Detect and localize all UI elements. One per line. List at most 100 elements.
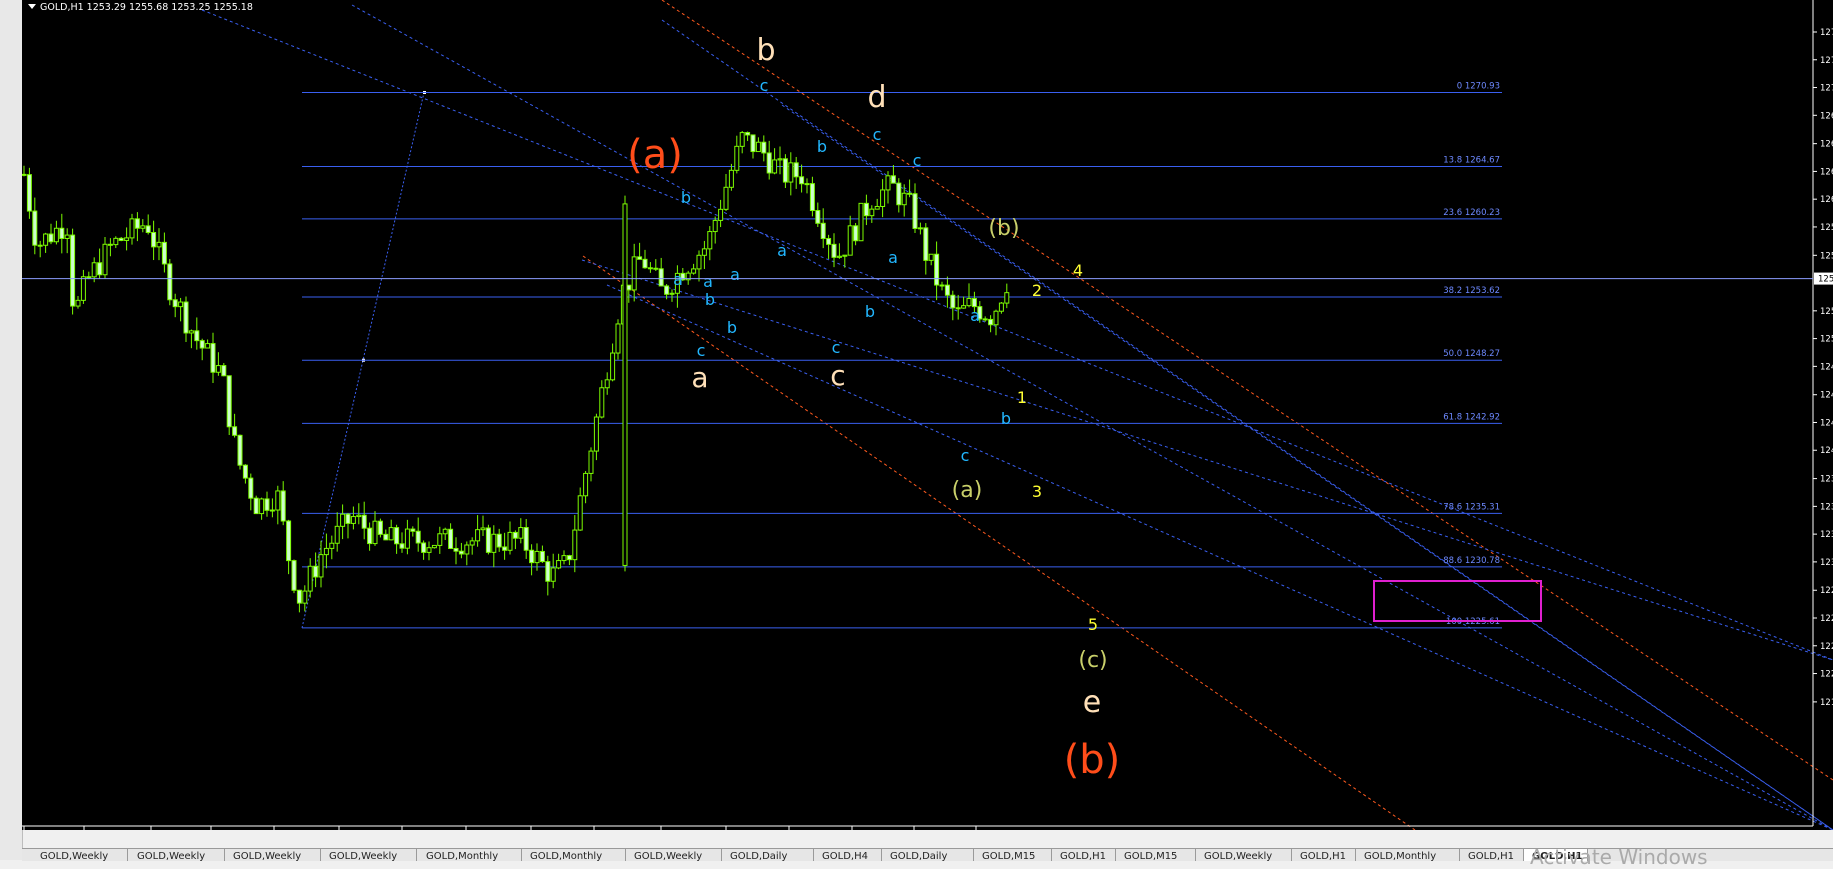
candle-body: [269, 509, 275, 512]
chart-tab[interactable]: GOLD,M15: [1116, 849, 1196, 861]
candle-body: [421, 542, 427, 553]
chart-tab[interactable]: GOLD,M15: [974, 849, 1052, 861]
candle-body: [26, 174, 32, 212]
candle-body: [707, 231, 713, 250]
candle-body: [550, 567, 556, 582]
chart-tab[interactable]: GOLD,Monthly: [522, 849, 626, 861]
chart-tab[interactable]: GOLD,Daily: [882, 849, 974, 861]
candle-body: [75, 299, 81, 307]
price-chart[interactable]: 0 1270.93 13.8 1264.67 23.6 1260.23 38.2 12…: [22, 0, 1833, 830]
candle-body: [475, 529, 481, 542]
candle-body: [302, 590, 308, 604]
candle-body: [739, 132, 745, 147]
wave-label: c: [913, 151, 922, 170]
chevron-down-icon[interactable]: [28, 4, 36, 9]
candle-body: [480, 527, 486, 531]
candle-body: [701, 248, 707, 256]
candle-body: [286, 520, 292, 562]
wave-label: 2: [1032, 281, 1042, 300]
candle-body: [151, 231, 157, 248]
candle-body: [523, 527, 529, 551]
price-tick-label: 1269.00: [1820, 111, 1833, 121]
candle-body: [188, 330, 194, 334]
fib-level-label: 61.8 1242.92: [1443, 412, 1500, 422]
price-tick-label: 1231.20: [1820, 558, 1833, 568]
wave-label: e: [1083, 685, 1101, 720]
price-tick-label: 1264.25: [1820, 167, 1833, 177]
candle-body: [712, 219, 718, 233]
chart-window[interactable]: 0 1270.93 13.8 1264.67 23.6 1260.23 38.2 12…: [22, 0, 1833, 830]
chart-tab[interactable]: GOLD,Weekly: [32, 849, 128, 861]
candle-body: [248, 477, 254, 499]
wave-label: b: [1001, 409, 1011, 428]
candle-body: [199, 340, 205, 349]
candle-body: [955, 307, 961, 310]
chart-tab[interactable]: GOLD,H1: [1292, 849, 1356, 861]
wave-label: (c): [1078, 648, 1107, 673]
candle-body: [194, 330, 200, 342]
candle-body: [361, 514, 367, 529]
candle-body: [820, 222, 826, 240]
candle-body: [172, 299, 178, 308]
fib-level-label: 0 1270.93: [1457, 81, 1500, 91]
candle-body: [167, 263, 173, 301]
chart-tab[interactable]: GOLD,Daily: [722, 849, 814, 861]
blue-channel-line: [781, 104, 1833, 830]
price-tick-label: 1257.15: [1820, 251, 1833, 261]
candle-body: [259, 498, 265, 515]
candle-body: [545, 561, 551, 582]
wave-label: 1: [1017, 388, 1027, 407]
left-panel-gutter: [0, 0, 23, 860]
candle-body: [356, 514, 362, 518]
candle-body: [831, 243, 837, 258]
price-tick-label: 1228.80: [1820, 586, 1833, 596]
candle-body: [253, 497, 259, 515]
candle-body: [858, 202, 864, 242]
candle-body: [583, 472, 589, 497]
candle-body: [237, 434, 243, 466]
candle-body: [772, 159, 778, 174]
chart-tab[interactable]: GOLD,Weekly: [1196, 849, 1292, 861]
candle-body: [350, 516, 356, 524]
blue-channel-line: [201, 9, 1833, 661]
candle-body: [788, 162, 794, 183]
chart-tab[interactable]: GOLD,Monthly: [1356, 849, 1460, 861]
chart-tab[interactable]: GOLD,Monthly: [418, 849, 522, 861]
candle-body: [383, 533, 389, 541]
candle-body: [512, 531, 518, 539]
candle-body: [642, 258, 648, 269]
chart-tab[interactable]: GOLD,H1: [1460, 849, 1524, 861]
candle-body: [815, 210, 821, 224]
wave-label: b: [756, 33, 775, 68]
price-tick-label: 1252.45: [1820, 307, 1833, 317]
chart-tab[interactable]: GOLD,Weekly: [129, 849, 225, 861]
candle-body: [539, 550, 545, 563]
candle-body: [145, 225, 151, 233]
candle-body: [896, 182, 902, 206]
chart-tab[interactable]: GOLD,H4: [814, 849, 882, 861]
chart-tab[interactable]: GOLD,Weekly: [626, 849, 722, 861]
candle-body: [491, 533, 497, 553]
candle-body: [215, 365, 221, 373]
candle-body: [572, 529, 578, 561]
price-tick-label: 1235.90: [1820, 502, 1833, 512]
candle-body: [734, 145, 740, 171]
candle-body: [880, 189, 886, 207]
fibonacci-retracement[interactable]: 0 1270.93 13.8 1264.67 23.6 1260.23 38.2 12…: [301, 81, 1502, 629]
candle-body: [437, 533, 443, 546]
candle-body: [80, 276, 86, 301]
price-tick-label: 1259.55: [1820, 223, 1833, 233]
candle-body: [890, 175, 896, 184]
chart-tab[interactable]: GOLD,Weekly: [225, 849, 321, 861]
candle-body: [928, 253, 934, 261]
chart-tab[interactable]: GOLD,H1: [1052, 849, 1116, 861]
wave-label: a: [888, 248, 898, 267]
candle-body: [826, 238, 832, 245]
candle-body: [307, 565, 313, 592]
price-tick-label: 1219.35: [1820, 698, 1833, 708]
candle-body: [901, 192, 907, 206]
chart-tab[interactable]: GOLD,Weekly: [321, 849, 417, 861]
candle-body: [280, 490, 286, 522]
candle-body: [367, 527, 373, 545]
price-tick-label: 1276.05: [1820, 28, 1833, 38]
